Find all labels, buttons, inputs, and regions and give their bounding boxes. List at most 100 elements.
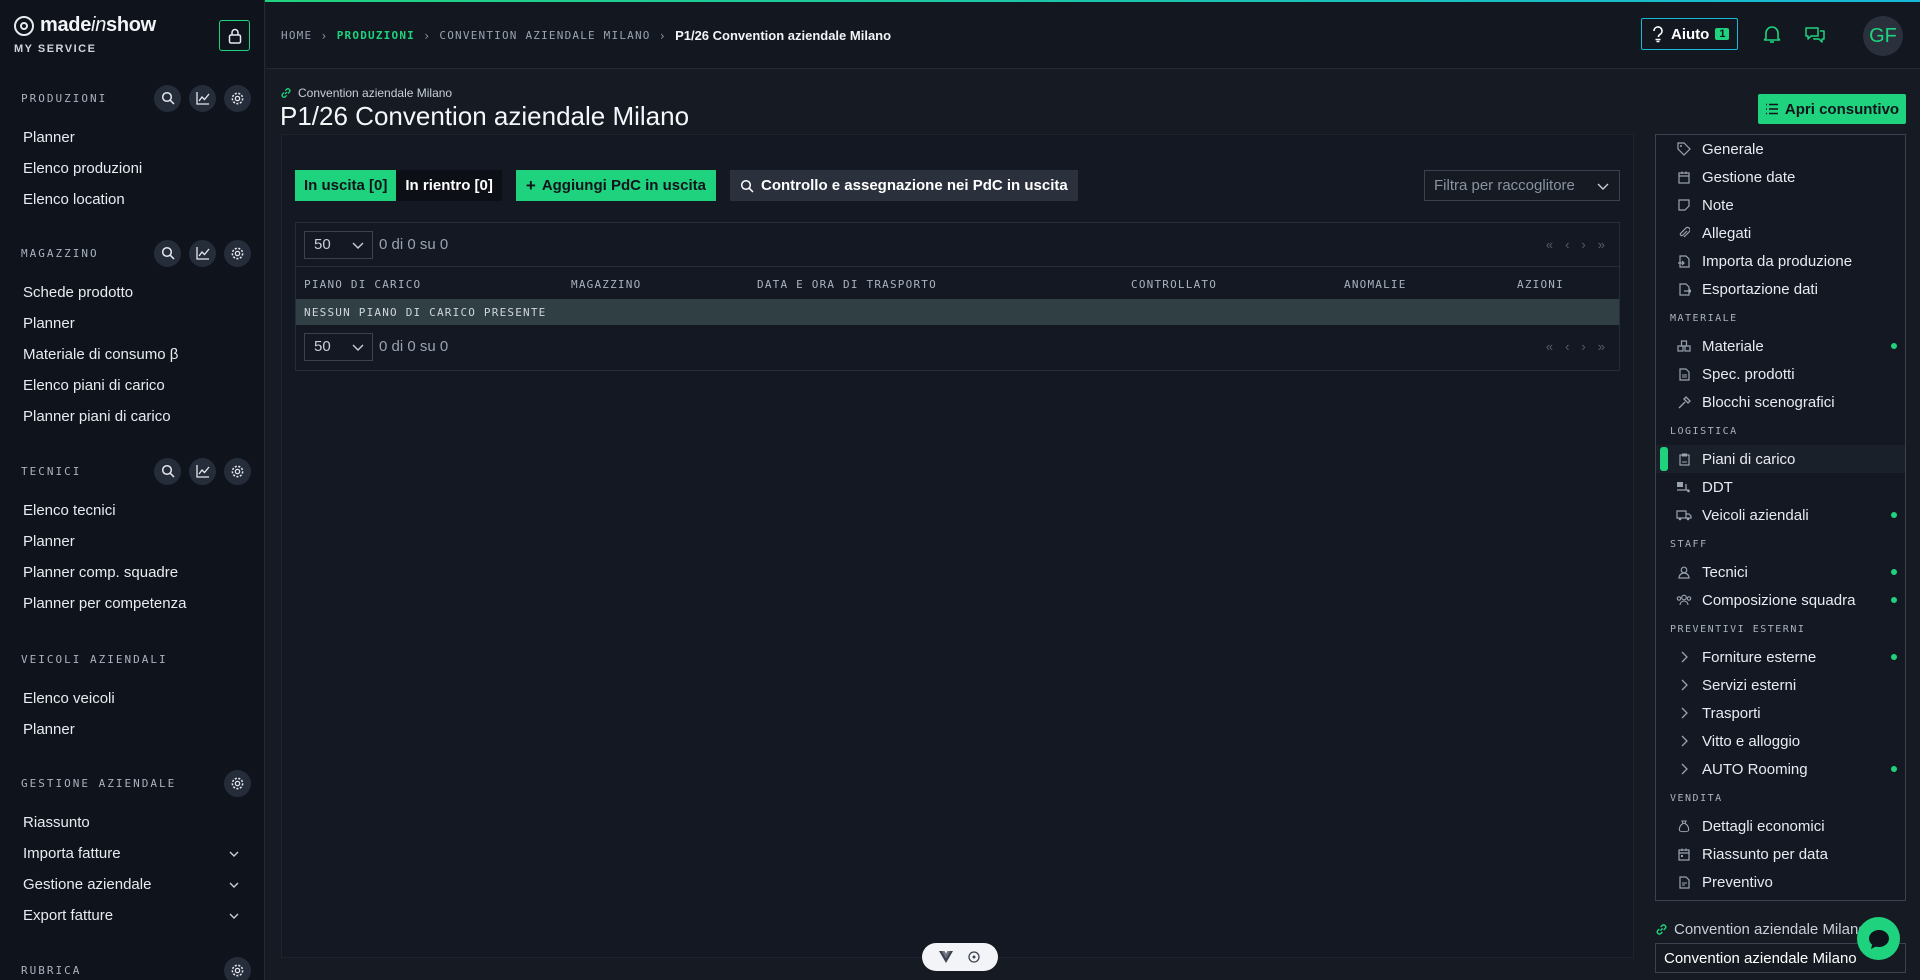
settings-button[interactable] (224, 84, 251, 112)
sidebar-item[interactable]: Elenco tecnici (0, 495, 264, 526)
sidebar-item[interactable]: Planner per competenza (0, 588, 264, 619)
sidebar-item[interactable]: Planner (0, 526, 264, 557)
nav-item-importa[interactable]: Importa da produzione (1656, 247, 1905, 275)
pager-info: 0 di 0 su 0 (379, 236, 449, 253)
nav-item-ddt[interactable]: DDT (1656, 473, 1905, 501)
last-page-icon[interactable]: » (1598, 339, 1605, 354)
gear-icon (231, 777, 244, 789)
nav-item-gestione-date[interactable]: Gestione date (1656, 163, 1905, 191)
settings-button[interactable] (224, 239, 251, 267)
list-icon (1765, 103, 1778, 115)
vue-logo-icon[interactable] (939, 951, 953, 963)
lock-button[interactable] (219, 20, 250, 51)
nav-item-allegati[interactable]: Allegati (1656, 219, 1905, 247)
nav-item-composizione[interactable]: Composizione squadra (1656, 586, 1905, 614)
avatar[interactable]: GF (1863, 16, 1903, 56)
nav-item-veicoli[interactable]: Veicoli aziendali (1656, 501, 1905, 529)
sidebar-item[interactable]: Schede prodotto (0, 277, 264, 308)
nav-item-generale[interactable]: Generale (1656, 135, 1905, 163)
breadcrumb-produzioni[interactable]: PRODUZIONI (337, 29, 415, 42)
status-dot (1891, 512, 1897, 518)
notifications-button[interactable] (1760, 22, 1784, 46)
nav-item-tecnici[interactable]: Tecnici (1656, 558, 1905, 586)
nav-item-materiale[interactable]: Materiale (1656, 332, 1905, 360)
sidebar-item[interactable]: Riassunto (0, 807, 264, 838)
sidebar-item[interactable]: Elenco produzioni (0, 153, 264, 184)
calendar-icon (1678, 171, 1690, 184)
settings-button[interactable] (224, 769, 251, 797)
sidebar-item[interactable]: Materiale di consumo β (0, 339, 264, 370)
sidebar-item[interactable]: Planner (0, 122, 264, 153)
nav-item-piani-di-carico[interactable]: Piani di carico (1656, 445, 1905, 473)
page-size-select[interactable]: 50 (304, 230, 373, 259)
sidebar-item[interactable]: Elenco piani di carico (0, 370, 264, 401)
target-icon[interactable] (967, 950, 981, 964)
tab-in-uscita[interactable]: In uscita [0] (295, 170, 397, 201)
sidebar-section-title: GESTIONE AZIENDALE (21, 776, 177, 790)
column-header[interactable]: PIANO DI CARICO (304, 278, 421, 291)
nav-item-blocchi[interactable]: Blocchi scenografici (1656, 388, 1905, 416)
nav-item-preventivo[interactable]: Preventivo (1656, 868, 1905, 896)
search-button[interactable] (154, 84, 181, 112)
sidebar-item-expandable[interactable]: Export fatture (0, 900, 264, 931)
nav-item-forniture[interactable]: Forniture esterne (1656, 643, 1905, 671)
search-button[interactable] (154, 457, 181, 485)
nav-item-auto-rooming[interactable]: AUTO Rooming (1656, 755, 1905, 783)
settings-button[interactable] (224, 457, 251, 485)
page-size-select[interactable]: 50 (304, 332, 373, 361)
nav-item-esportazione[interactable]: Esportazione dati (1656, 275, 1905, 303)
sidebar-item-expandable[interactable]: Importa fatture (0, 838, 264, 869)
search-button[interactable] (154, 239, 181, 267)
breadcrumb-production[interactable]: CONVENTION AZIENDALE MILANO (439, 29, 650, 42)
support-chat-button[interactable] (1857, 917, 1900, 960)
nav-item-dettagli-economici[interactable]: Dettagli economici (1656, 812, 1905, 840)
bottom-production-link[interactable]: Convention aziendale Milano (1655, 921, 1867, 938)
chart-line-icon (195, 92, 210, 105)
link-icon (281, 88, 291, 98)
stats-button[interactable] (189, 457, 216, 485)
users-icon (1676, 594, 1692, 606)
prev-page-icon[interactable]: ‹ (1565, 339, 1569, 354)
sidebar-item[interactable]: Elenco veicoli (0, 683, 264, 714)
nav-item-servizi[interactable]: Servizi esterni (1656, 671, 1905, 699)
filter-folder-select[interactable]: Filtra per raccoglitore (1424, 170, 1620, 201)
sidebar-item[interactable]: Elenco location (0, 184, 264, 215)
next-page-icon[interactable]: › (1581, 339, 1585, 354)
sidebar-item[interactable]: Planner (0, 308, 264, 339)
tab-in-rientro[interactable]: In rientro [0] (396, 170, 502, 201)
first-page-icon[interactable]: « (1546, 339, 1553, 354)
add-pdc-button[interactable]: + Aggiungi PdC in uscita (515, 170, 716, 201)
sidebar-section-gestione: GESTIONE AZIENDALE Riassunto Importa fat… (0, 767, 264, 931)
floating-mini-toolbar (922, 943, 998, 971)
first-page-icon[interactable]: « (1546, 237, 1553, 252)
sidebar-item[interactable]: Planner piani di carico (0, 401, 264, 432)
sidebar-item[interactable]: Planner comp. squadre (0, 557, 264, 588)
nav-item-spec-prodotti[interactable]: Spec. prodotti (1656, 360, 1905, 388)
stats-button[interactable] (189, 239, 216, 267)
pager-info: 0 di 0 su 0 (379, 338, 449, 355)
nav-item-vitto[interactable]: Vitto e alloggio (1656, 727, 1905, 755)
column-header[interactable]: MAGAZZINO (571, 278, 641, 291)
settings-button[interactable] (224, 956, 251, 980)
breadcrumb-home[interactable]: HOME (281, 29, 312, 42)
nav-item-note[interactable]: Note (1656, 191, 1905, 219)
messages-button[interactable] (1803, 22, 1827, 46)
prev-page-icon[interactable]: ‹ (1565, 237, 1569, 252)
nav-item-trasporti[interactable]: Trasporti (1656, 699, 1905, 727)
note-icon (1678, 199, 1690, 211)
column-header[interactable]: CONTROLLATO (1131, 278, 1217, 291)
open-consuntivo-button[interactable]: Apri consuntivo (1758, 94, 1906, 124)
control-assign-button[interactable]: Controllo e assegnazione nei PdC in usci… (729, 170, 1078, 201)
next-page-icon[interactable]: › (1581, 237, 1585, 252)
sidebar-item-expandable[interactable]: Gestione aziendale (0, 869, 264, 900)
column-header[interactable]: DATA E ORA DI TRASPORTO (757, 278, 937, 291)
sidebar-section-title: PRODUZIONI (21, 91, 108, 105)
stats-button[interactable] (189, 84, 216, 112)
brand[interactable]: madeinshow MY SERVICE (14, 14, 156, 55)
nav-item-riassunto-data[interactable]: Riassunto per data (1656, 840, 1905, 868)
help-button[interactable]: Aiuto 1 (1641, 18, 1738, 50)
parent-production-link[interactable]: Convention aziendale Milano (280, 86, 452, 100)
column-header[interactable]: ANOMALIE (1344, 278, 1407, 291)
sidebar-item[interactable]: Planner (0, 714, 264, 745)
last-page-icon[interactable]: » (1598, 237, 1605, 252)
